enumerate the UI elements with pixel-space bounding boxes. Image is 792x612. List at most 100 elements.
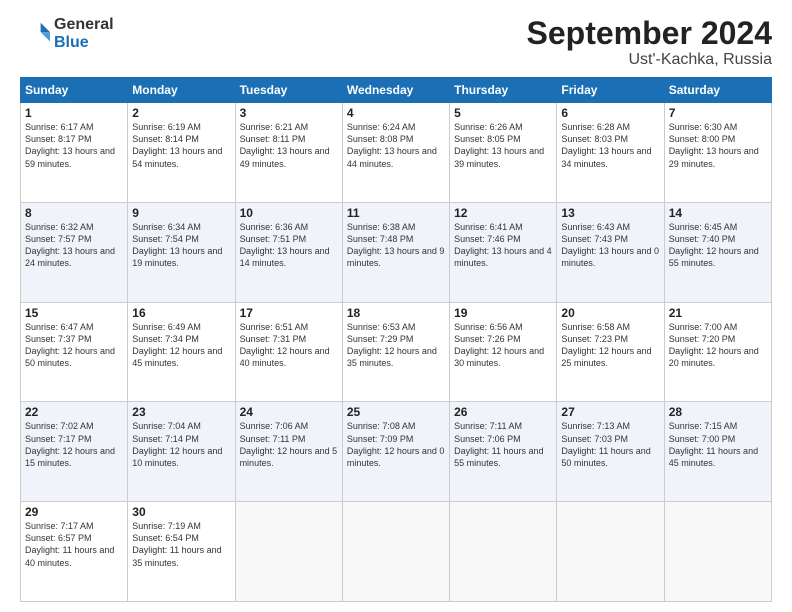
header-saturday: Saturday xyxy=(664,78,771,103)
day-details: Sunrise: 6:17 AM Sunset: 8:17 PM Dayligh… xyxy=(25,121,123,170)
day-number: 10 xyxy=(240,206,338,220)
day-number: 25 xyxy=(347,405,445,419)
table-row: 4Sunrise: 6:24 AM Sunset: 8:08 PM Daylig… xyxy=(342,103,449,203)
table-row: 14Sunrise: 6:45 AM Sunset: 7:40 PM Dayli… xyxy=(664,202,771,302)
day-details: Sunrise: 6:51 AM Sunset: 7:31 PM Dayligh… xyxy=(240,321,338,370)
day-details: Sunrise: 6:36 AM Sunset: 7:51 PM Dayligh… xyxy=(240,221,338,270)
logo-general: General xyxy=(54,16,114,34)
day-number: 3 xyxy=(240,106,338,120)
table-row: 19Sunrise: 6:56 AM Sunset: 7:26 PM Dayli… xyxy=(450,302,557,402)
table-row: 5Sunrise: 6:26 AM Sunset: 8:05 PM Daylig… xyxy=(450,103,557,203)
day-details: Sunrise: 7:17 AM Sunset: 6:57 PM Dayligh… xyxy=(25,520,123,569)
header: General Blue September 2024 Ust'-Kachka,… xyxy=(20,16,772,69)
day-details: Sunrise: 6:58 AM Sunset: 7:23 PM Dayligh… xyxy=(561,321,659,370)
day-details: Sunrise: 6:38 AM Sunset: 7:48 PM Dayligh… xyxy=(347,221,445,270)
table-row: 15Sunrise: 6:47 AM Sunset: 7:37 PM Dayli… xyxy=(21,302,128,402)
day-number: 4 xyxy=(347,106,445,120)
day-number: 5 xyxy=(454,106,552,120)
table-row xyxy=(342,502,449,602)
day-details: Sunrise: 6:56 AM Sunset: 7:26 PM Dayligh… xyxy=(454,321,552,370)
day-number: 24 xyxy=(240,405,338,419)
table-row: 12Sunrise: 6:41 AM Sunset: 7:46 PM Dayli… xyxy=(450,202,557,302)
day-details: Sunrise: 7:08 AM Sunset: 7:09 PM Dayligh… xyxy=(347,420,445,469)
header-sunday: Sunday xyxy=(21,78,128,103)
table-row: 2Sunrise: 6:19 AM Sunset: 8:14 PM Daylig… xyxy=(128,103,235,203)
header-tuesday: Tuesday xyxy=(235,78,342,103)
table-row: 26Sunrise: 7:11 AM Sunset: 7:06 PM Dayli… xyxy=(450,402,557,502)
table-row: 21Sunrise: 7:00 AM Sunset: 7:20 PM Dayli… xyxy=(664,302,771,402)
table-row: 20Sunrise: 6:58 AM Sunset: 7:23 PM Dayli… xyxy=(557,302,664,402)
day-details: Sunrise: 7:13 AM Sunset: 7:03 PM Dayligh… xyxy=(561,420,659,469)
logo-text: General Blue xyxy=(54,16,114,51)
title-block: September 2024 Ust'-Kachka, Russia xyxy=(527,16,772,69)
table-row: 18Sunrise: 6:53 AM Sunset: 7:29 PM Dayli… xyxy=(342,302,449,402)
calendar-week-row: 1Sunrise: 6:17 AM Sunset: 8:17 PM Daylig… xyxy=(21,103,772,203)
table-row: 7Sunrise: 6:30 AM Sunset: 8:00 PM Daylig… xyxy=(664,103,771,203)
table-row: 24Sunrise: 7:06 AM Sunset: 7:11 PM Dayli… xyxy=(235,402,342,502)
table-row: 3Sunrise: 6:21 AM Sunset: 8:11 PM Daylig… xyxy=(235,103,342,203)
table-row: 9Sunrise: 6:34 AM Sunset: 7:54 PM Daylig… xyxy=(128,202,235,302)
day-number: 19 xyxy=(454,306,552,320)
day-number: 17 xyxy=(240,306,338,320)
day-details: Sunrise: 7:00 AM Sunset: 7:20 PM Dayligh… xyxy=(669,321,767,370)
day-details: Sunrise: 7:15 AM Sunset: 7:00 PM Dayligh… xyxy=(669,420,767,469)
day-details: Sunrise: 7:02 AM Sunset: 7:17 PM Dayligh… xyxy=(25,420,123,469)
table-row xyxy=(557,502,664,602)
table-row: 28Sunrise: 7:15 AM Sunset: 7:00 PM Dayli… xyxy=(664,402,771,502)
day-details: Sunrise: 6:26 AM Sunset: 8:05 PM Dayligh… xyxy=(454,121,552,170)
table-row: 6Sunrise: 6:28 AM Sunset: 8:03 PM Daylig… xyxy=(557,103,664,203)
day-number: 14 xyxy=(669,206,767,220)
table-row: 29Sunrise: 7:17 AM Sunset: 6:57 PM Dayli… xyxy=(21,502,128,602)
calendar-week-row: 15Sunrise: 6:47 AM Sunset: 7:37 PM Dayli… xyxy=(21,302,772,402)
header-thursday: Thursday xyxy=(450,78,557,103)
table-row: 11Sunrise: 6:38 AM Sunset: 7:48 PM Dayli… xyxy=(342,202,449,302)
day-details: Sunrise: 6:24 AM Sunset: 8:08 PM Dayligh… xyxy=(347,121,445,170)
day-number: 9 xyxy=(132,206,230,220)
table-row: 27Sunrise: 7:13 AM Sunset: 7:03 PM Dayli… xyxy=(557,402,664,502)
day-number: 22 xyxy=(25,405,123,419)
logo-icon xyxy=(20,19,50,49)
calendar-week-row: 8Sunrise: 6:32 AM Sunset: 7:57 PM Daylig… xyxy=(21,202,772,302)
day-details: Sunrise: 6:53 AM Sunset: 7:29 PM Dayligh… xyxy=(347,321,445,370)
day-number: 15 xyxy=(25,306,123,320)
day-number: 8 xyxy=(25,206,123,220)
day-number: 27 xyxy=(561,405,659,419)
calendar-week-row: 29Sunrise: 7:17 AM Sunset: 6:57 PM Dayli… xyxy=(21,502,772,602)
header-wednesday: Wednesday xyxy=(342,78,449,103)
table-row xyxy=(235,502,342,602)
day-number: 30 xyxy=(132,505,230,519)
table-row: 25Sunrise: 7:08 AM Sunset: 7:09 PM Dayli… xyxy=(342,402,449,502)
day-details: Sunrise: 6:34 AM Sunset: 7:54 PM Dayligh… xyxy=(132,221,230,270)
table-row: 16Sunrise: 6:49 AM Sunset: 7:34 PM Dayli… xyxy=(128,302,235,402)
day-number: 6 xyxy=(561,106,659,120)
table-row: 17Sunrise: 6:51 AM Sunset: 7:31 PM Dayli… xyxy=(235,302,342,402)
table-row xyxy=(450,502,557,602)
table-row xyxy=(664,502,771,602)
calendar-header-row: Sunday Monday Tuesday Wednesday Thursday… xyxy=(21,78,772,103)
day-details: Sunrise: 6:30 AM Sunset: 8:00 PM Dayligh… xyxy=(669,121,767,170)
table-row: 8Sunrise: 6:32 AM Sunset: 7:57 PM Daylig… xyxy=(21,202,128,302)
header-friday: Friday xyxy=(557,78,664,103)
day-details: Sunrise: 7:04 AM Sunset: 7:14 PM Dayligh… xyxy=(132,420,230,469)
day-number: 13 xyxy=(561,206,659,220)
table-row: 10Sunrise: 6:36 AM Sunset: 7:51 PM Dayli… xyxy=(235,202,342,302)
day-details: Sunrise: 6:43 AM Sunset: 7:43 PM Dayligh… xyxy=(561,221,659,270)
day-number: 28 xyxy=(669,405,767,419)
logo-blue: Blue xyxy=(54,34,114,52)
table-row: 22Sunrise: 7:02 AM Sunset: 7:17 PM Dayli… xyxy=(21,402,128,502)
day-number: 21 xyxy=(669,306,767,320)
page: General Blue September 2024 Ust'-Kachka,… xyxy=(0,0,792,612)
day-number: 2 xyxy=(132,106,230,120)
day-number: 1 xyxy=(25,106,123,120)
day-details: Sunrise: 6:21 AM Sunset: 8:11 PM Dayligh… xyxy=(240,121,338,170)
calendar-title: September 2024 xyxy=(527,16,772,51)
day-details: Sunrise: 7:11 AM Sunset: 7:06 PM Dayligh… xyxy=(454,420,552,469)
calendar-subtitle: Ust'-Kachka, Russia xyxy=(527,51,772,69)
day-number: 23 xyxy=(132,405,230,419)
day-number: 29 xyxy=(25,505,123,519)
table-row: 30Sunrise: 7:19 AM Sunset: 6:54 PM Dayli… xyxy=(128,502,235,602)
day-details: Sunrise: 7:06 AM Sunset: 7:11 PM Dayligh… xyxy=(240,420,338,469)
day-number: 12 xyxy=(454,206,552,220)
header-monday: Monday xyxy=(128,78,235,103)
day-details: Sunrise: 6:47 AM Sunset: 7:37 PM Dayligh… xyxy=(25,321,123,370)
